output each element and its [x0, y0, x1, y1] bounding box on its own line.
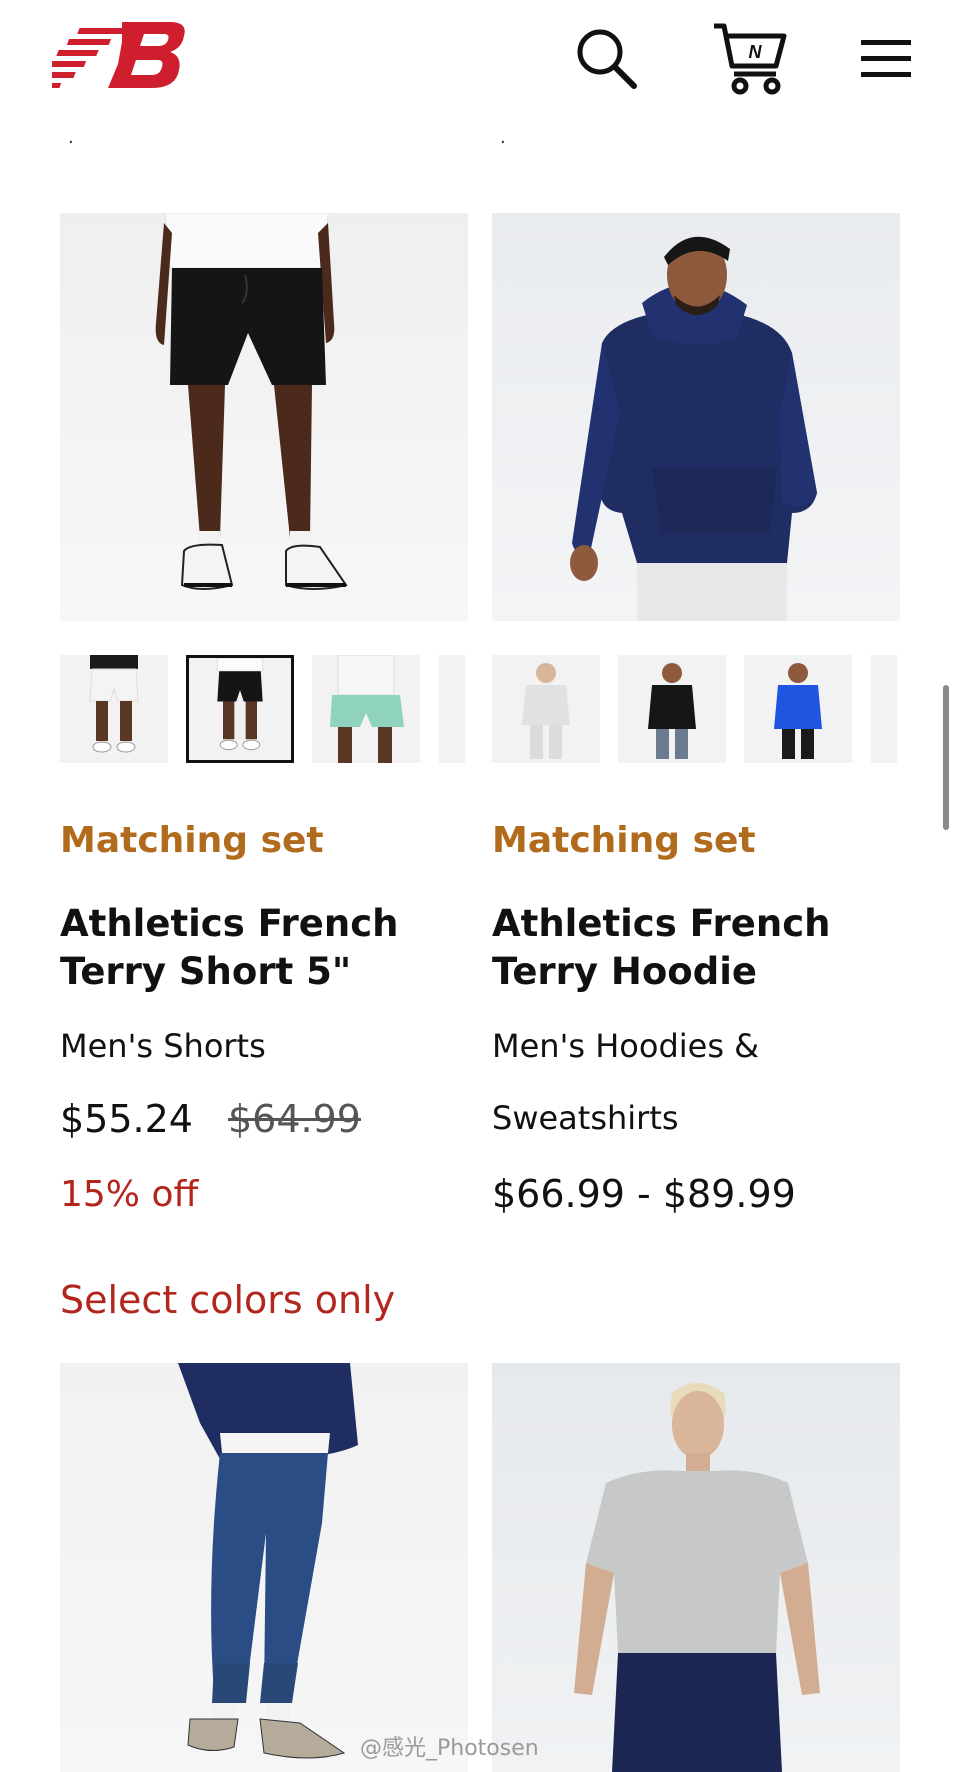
- site-header: N: [0, 0, 960, 125]
- menu-icon[interactable]: [855, 22, 927, 94]
- swatch-thumbnail-royal-blue[interactable]: [744, 655, 852, 763]
- product-name[interactable]: Athletics French Terry Short 5": [60, 900, 460, 996]
- discount-label: 15% off: [60, 1174, 199, 1215]
- price-range: $66.99 - $89.99: [492, 1172, 796, 1216]
- badge-matching-set: Matching set: [60, 820, 324, 861]
- swatch-thumbnail-white[interactable]: [60, 655, 168, 763]
- product-image-joggers[interactable]: [60, 1363, 468, 1772]
- cart-icon[interactable]: N: [710, 18, 790, 98]
- sale-price: $55.24: [60, 1097, 193, 1141]
- product-image-shorts[interactable]: [60, 213, 468, 621]
- swatch-thumbnail-partial[interactable]: [439, 655, 465, 763]
- product-category: Men's Shorts: [60, 1027, 266, 1065]
- badge-matching-set: Matching set: [492, 820, 756, 861]
- product-name[interactable]: Athletics French Terry Hoodie: [492, 900, 872, 996]
- page-scrollbar[interactable]: [943, 685, 949, 830]
- new-balance-logo[interactable]: [52, 22, 188, 88]
- product-image-hoodie[interactable]: [492, 213, 900, 621]
- swatch-thumbnail-light-grey[interactable]: [492, 655, 600, 763]
- watermark: @感光_Photosen: [360, 1736, 539, 1761]
- search-icon[interactable]: [570, 22, 642, 94]
- original-price: $64.99: [228, 1097, 361, 1141]
- swatch-thumbnail-mint[interactable]: [312, 655, 420, 763]
- cut-off-text: ·: [68, 132, 74, 153]
- swatch-thumbnail-black[interactable]: [618, 655, 726, 763]
- product-image-tee[interactable]: [492, 1363, 900, 1772]
- select-colors-note: Select colors only: [60, 1278, 396, 1322]
- swatch-thumbnail-black[interactable]: [186, 655, 294, 763]
- cart-letter: N: [749, 42, 763, 62]
- cut-off-text: ·: [500, 132, 506, 153]
- product-category: Men's Hoodies & Sweatshirts: [492, 1027, 760, 1137]
- swatch-thumbnail-partial[interactable]: [871, 655, 897, 763]
